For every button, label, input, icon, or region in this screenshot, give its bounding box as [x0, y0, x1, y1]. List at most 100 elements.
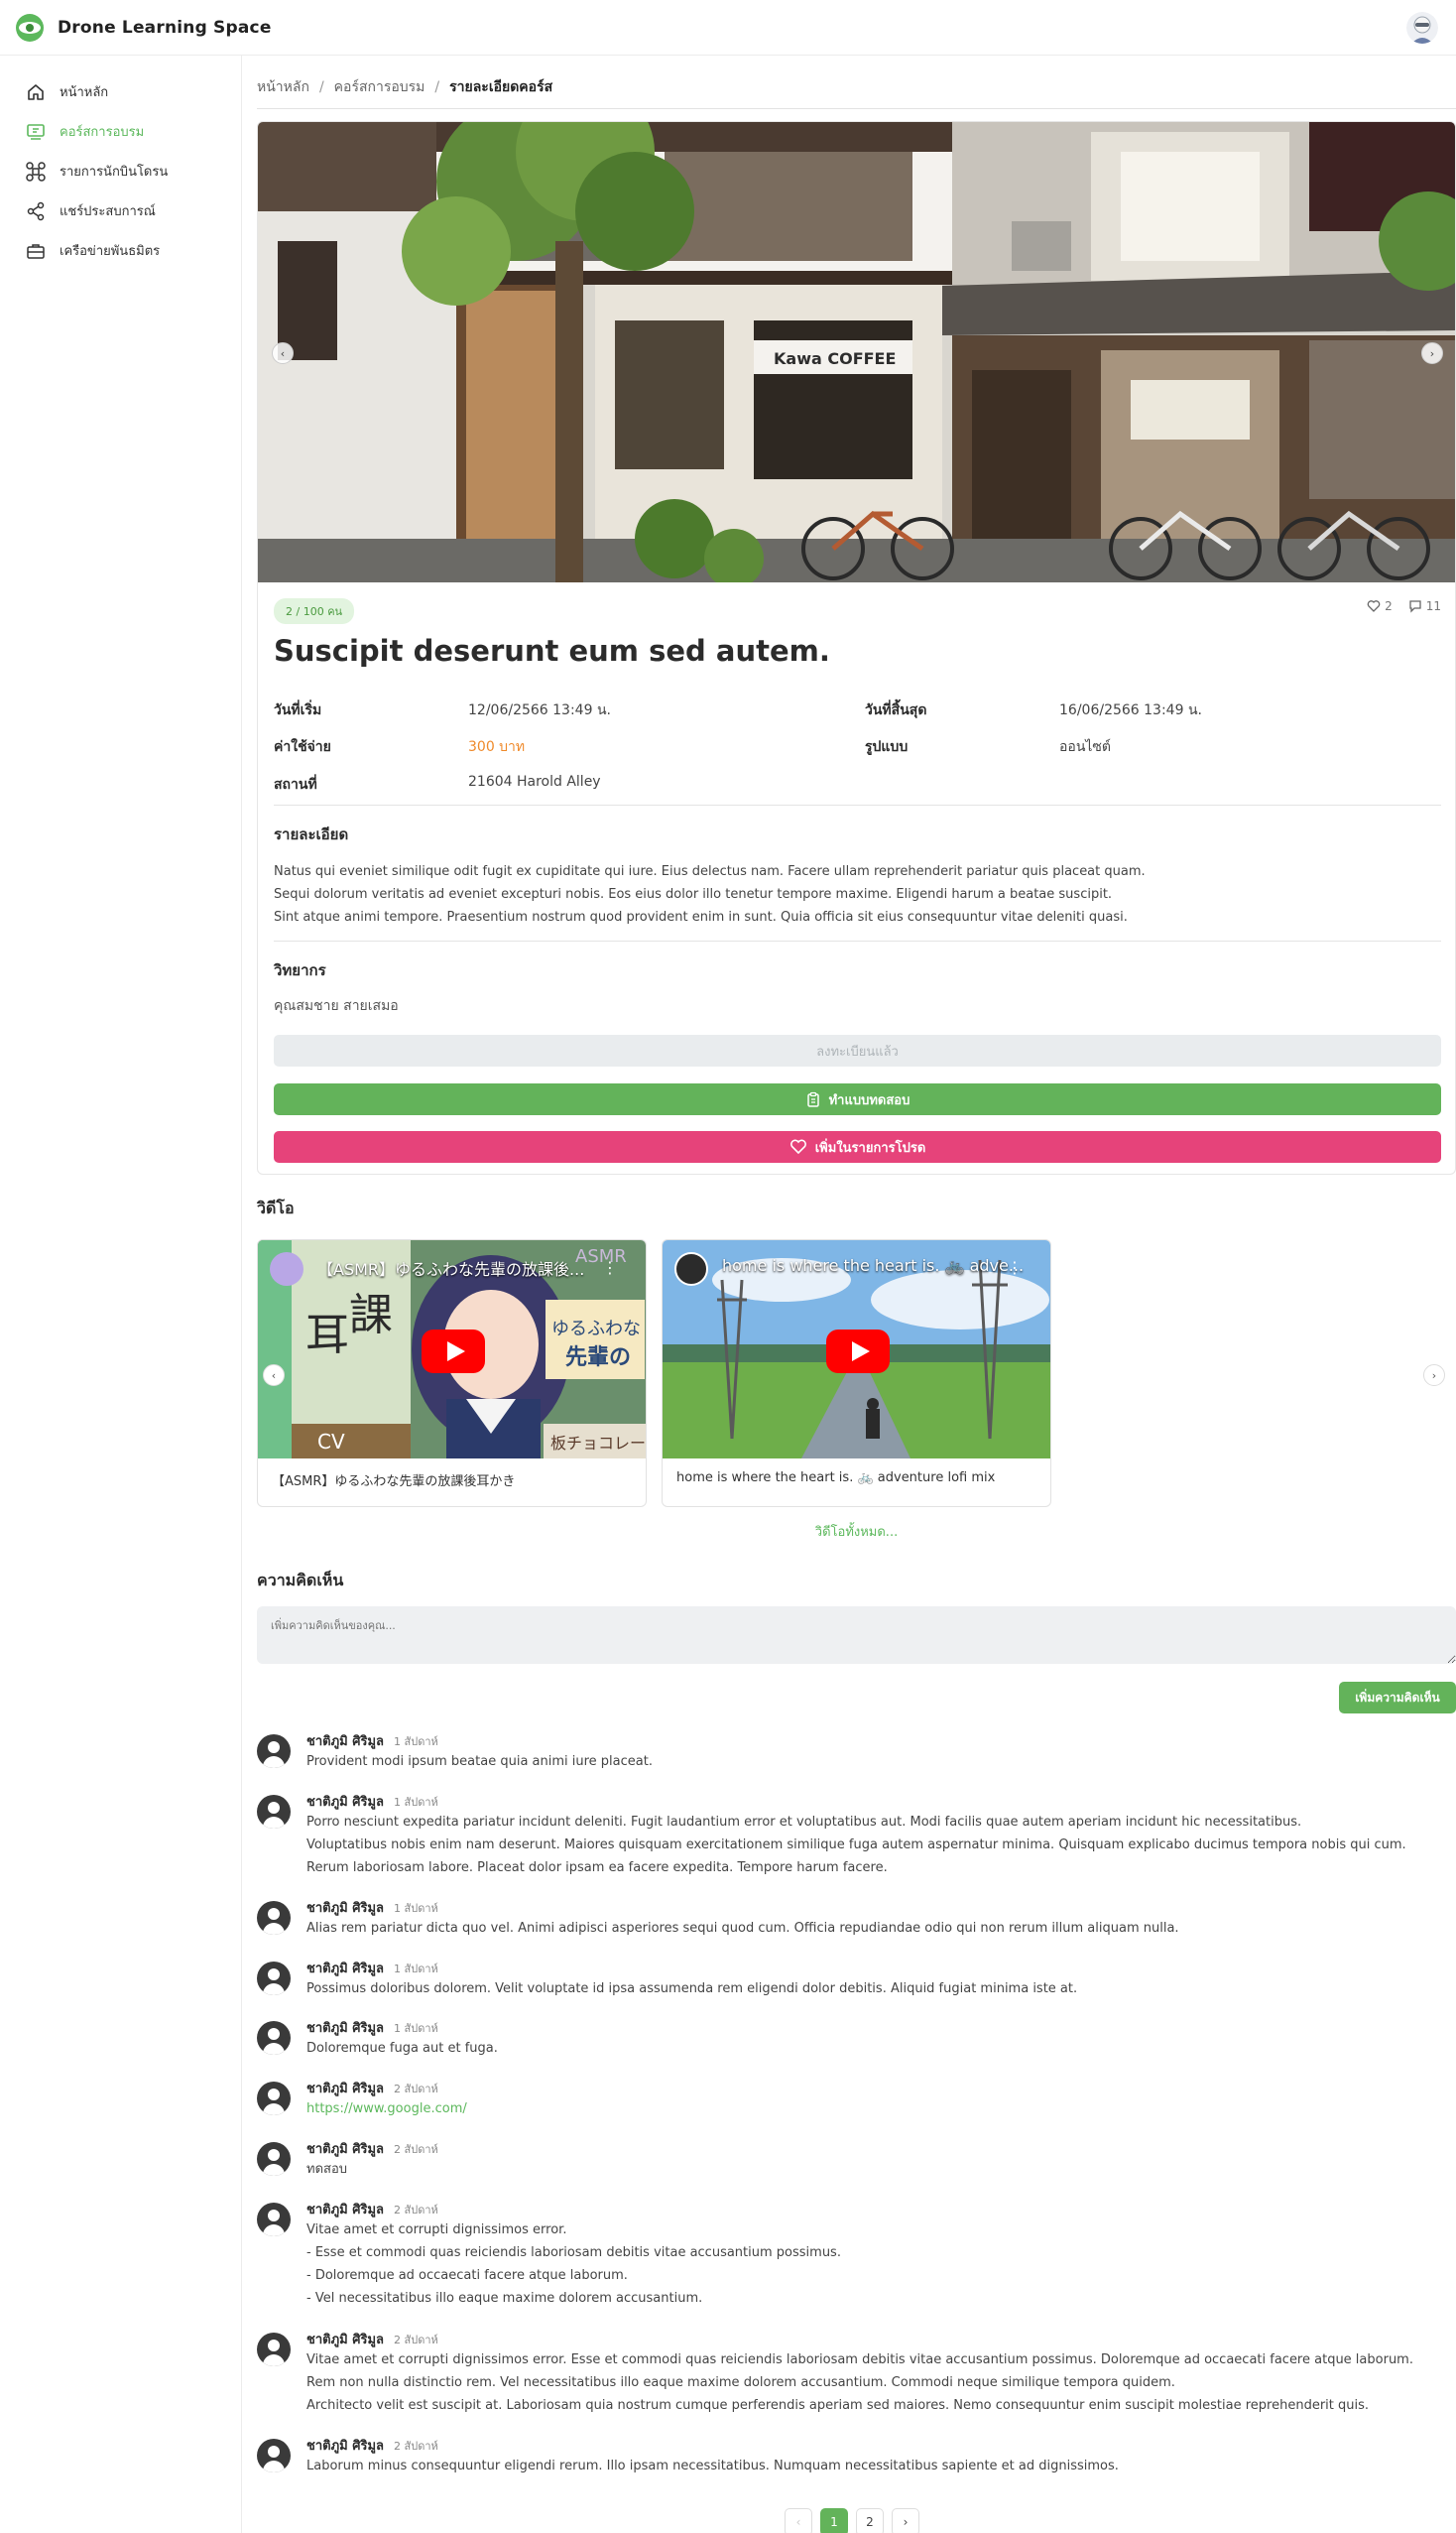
- commenter-avatar: [257, 2333, 291, 2366]
- comment-time: 2 สัปดาห์: [394, 2334, 438, 2346]
- comment-line: - Vel necessitatibus illo eaque maxime d…: [306, 2291, 703, 2306]
- comment-time: 1 สัปดาห์: [394, 2022, 438, 2035]
- share-icon: [27, 201, 45, 220]
- carousel-next-button[interactable]: ›: [1421, 342, 1443, 364]
- commenter-avatar: [257, 2203, 291, 2236]
- sidebar-item-courses[interactable]: คอร์สการอบรม: [26, 121, 144, 142]
- comment-line: Doloremque fuga aut et fuga.: [306, 2041, 498, 2056]
- sidebar-item-label: คอร์สการอบรม: [60, 125, 145, 140]
- add-to-favorites-label: เพิ่มในรายการโปรด: [814, 1140, 926, 1156]
- video-next-button[interactable]: ›: [1423, 1364, 1445, 1386]
- breadcrumb-courses[interactable]: คอร์สการอบรม: [334, 76, 425, 98]
- video-caption: 【ASMR】ゆるふわな先輩の放課後耳かき: [272, 1474, 516, 1489]
- svg-text:CV: CV: [317, 1430, 345, 1454]
- comment-body: Provident modi ipsum beatae quia animi i…: [306, 1750, 1447, 1773]
- comment-line: - Esse et commodi quas reiciendis labori…: [306, 2245, 841, 2260]
- heart-icon: [1367, 600, 1381, 612]
- video-card[interactable]: 耳 課 CV ゆるふわな 先輩の 板チョコレート ASMR 【ASMR】ゆるふわ…: [257, 1239, 647, 1507]
- pagination-page-2[interactable]: 2: [856, 2508, 884, 2533]
- see-all-videos-link[interactable]: วิดีโอทั้งหมด...: [257, 1521, 1456, 1542]
- sidebar-item-label: หน้าหลัก: [60, 85, 109, 100]
- sidebar-item-share-experience[interactable]: แชร์ประสบการณ์: [26, 200, 156, 221]
- course-description: Natus qui eveniet similique odit fugit e…: [274, 860, 1146, 929]
- take-quiz-button[interactable]: ทำแบบทดสอบ: [274, 1083, 1441, 1115]
- likes-count[interactable]: 2: [1367, 599, 1393, 613]
- sidebar-item-label: แชร์ประสบการณ์: [60, 204, 156, 219]
- sidebar-item-drone-pilots[interactable]: รายการนักบินโดรน: [26, 161, 168, 182]
- sidebar-item-partners[interactable]: เครือข่ายพันธมิตร: [26, 240, 160, 261]
- course-hero-image: Kawa COFFEE: [258, 122, 1455, 582]
- user-avatar[interactable]: [1406, 12, 1438, 44]
- add-comment-label: เพิ่มความคิดเห็น: [1355, 1690, 1440, 1705]
- comment-line: Rerum laboriosam labore. Placeat dolor i…: [306, 1860, 888, 1875]
- svg-text:先輩の: 先輩の: [565, 1345, 631, 1370]
- speaker-heading: วิทยากร: [274, 961, 326, 979]
- comment-time: 1 สัปดาห์: [394, 1796, 438, 1809]
- sidebar-item-label: เครือข่ายพันธมิตร: [60, 244, 161, 259]
- location-label: สถานที่: [274, 777, 317, 793]
- pagination-page-1[interactable]: 1: [820, 2508, 848, 2533]
- comment-line: ทดสอบ: [306, 2162, 348, 2177]
- commenter-avatar: [257, 2439, 291, 2472]
- comment-line: Alias rem pariatur dicta quo vel. Animi …: [306, 1921, 1179, 1936]
- add-comment-button[interactable]: เพิ่มความคิดเห็น: [1339, 1682, 1456, 1713]
- video-thumbnail[interactable]: 耳 課 CV ゆるふわな 先輩の 板チョコレート ASMR 【ASMR】ゆるふわ…: [258, 1240, 647, 1458]
- comment-input[interactable]: [257, 1606, 1456, 1664]
- comment-line: Architecto velit est suscipit at. Labori…: [306, 2398, 1370, 2413]
- channel-avatar[interactable]: [270, 1252, 303, 1286]
- end-date-value: 16/06/2566 13:49 น.: [1059, 702, 1202, 718]
- commenter-name: ชาติภูมิ ศิริมูล: [306, 2333, 384, 2347]
- video-card[interactable]: home is where the heart is. 🚲 adve... ⋮ …: [662, 1239, 1051, 1507]
- comment-time: 2 สัปดาห์: [394, 2440, 438, 2453]
- commenter-avatar: [257, 1962, 291, 1995]
- pagination-next[interactable]: ›: [892, 2508, 919, 2533]
- comment-time: 2 สัปดาห์: [394, 2083, 438, 2095]
- video-menu-icon[interactable]: ⋮: [1007, 1258, 1023, 1277]
- comment-body: Doloremque fuga aut et fuga.: [306, 2037, 1447, 2060]
- video-overlay-title: 【ASMR】ゆるふわな先輩の放課後...: [317, 1260, 585, 1279]
- take-quiz-label: ทำแบบทดสอบ: [828, 1092, 910, 1108]
- commenter-avatar: [257, 1901, 291, 1935]
- breadcrumb-home[interactable]: หน้าหลัก: [257, 76, 309, 98]
- channel-avatar[interactable]: [674, 1252, 708, 1286]
- details-heading: รายละเอียด: [274, 825, 349, 843]
- commenter-name: ชาติภูมิ ศิริมูล: [306, 1901, 384, 1916]
- comments-count[interactable]: 11: [1408, 599, 1441, 613]
- drone-icon: [26, 161, 46, 182]
- svg-text:課: 課: [349, 1290, 393, 1340]
- course-detail-card: Kawa COFFEE ‹ › 2 / 100 คน 2 11 Suscipit…: [257, 121, 1456, 1175]
- video-thumbnail[interactable]: home is where the heart is. 🚲 adve... ⋮: [663, 1240, 1050, 1458]
- add-to-favorites-button[interactable]: เพิ่มในรายการโปรด: [274, 1131, 1441, 1163]
- sidebar-item-label: รายการนักบินโดรน: [60, 165, 169, 180]
- divider: [274, 941, 1441, 942]
- video-prev-button[interactable]: ‹: [263, 1364, 285, 1386]
- pagination-prev[interactable]: ‹: [785, 2508, 812, 2533]
- capacity-badge: 2 / 100 คน: [274, 598, 355, 624]
- briefcase-icon: [27, 243, 45, 259]
- youtube-play-icon[interactable]: [422, 1330, 485, 1373]
- svg-text:板チョコレート: 板チョコレート: [550, 1434, 647, 1453]
- course-icon: [27, 123, 45, 140]
- comments-heading: ความคิดเห็น: [257, 1571, 344, 1589]
- heart-icon: [789, 1139, 806, 1155]
- course-title: Suscipit deserunt eum sed autem.: [274, 634, 830, 668]
- registered-button[interactable]: ลงทะเบียนแล้ว: [274, 1035, 1441, 1067]
- youtube-play-icon[interactable]: [826, 1330, 890, 1373]
- commenter-avatar: [257, 2142, 291, 2176]
- svg-text:Kawa COFFEE: Kawa COFFEE: [774, 349, 896, 368]
- comment-body: Porro nesciunt expedita pariatur incidun…: [306, 1811, 1447, 1879]
- carousel-prev-button[interactable]: ‹: [272, 342, 294, 364]
- comment-line: Provident modi ipsum beatae quia animi i…: [306, 1754, 653, 1769]
- end-date-label: วันที่สิ้นสุด: [865, 702, 927, 718]
- svg-text:耳: 耳: [305, 1310, 349, 1360]
- video-menu-icon[interactable]: ⋮: [602, 1258, 618, 1277]
- cost-label: ค่าใช้จ่าย: [274, 739, 331, 755]
- commenter-name: ชาติภูมิ ศิริมูล: [306, 1795, 384, 1810]
- speaker-name: คุณสมชาย สายเสมอ: [274, 998, 399, 1014]
- sidebar-item-home[interactable]: หน้าหลัก: [26, 81, 108, 102]
- commenter-name: ชาติภูมิ ศิริมูล: [306, 1962, 384, 1976]
- comment-link[interactable]: https://www.google.com/: [306, 2097, 1447, 2120]
- sidebar: หน้าหลัก คอร์สการอบรม รายการนักบินโดรน แ…: [0, 56, 242, 2533]
- brand[interactable]: Drone Learning Space: [14, 12, 272, 44]
- commenter-name: ชาติภูมิ ศิริมูล: [306, 2203, 384, 2217]
